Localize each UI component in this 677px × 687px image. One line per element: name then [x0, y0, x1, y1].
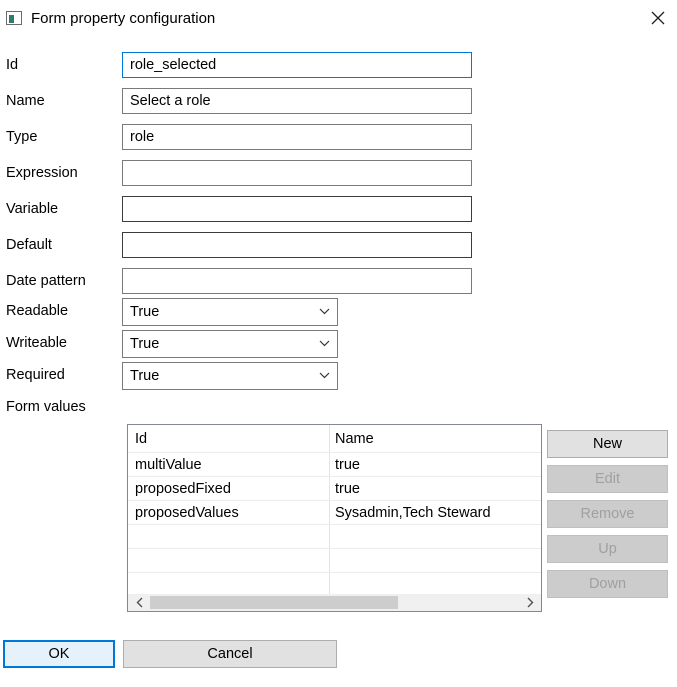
column-header-name[interactable]: Name — [335, 425, 374, 451]
row-name-cell: true — [335, 481, 360, 497]
type-field[interactable]: role — [122, 124, 472, 150]
writeable-label: Writeable — [6, 335, 67, 351]
variable-field[interactable] — [122, 196, 472, 222]
scroll-right-button[interactable] — [521, 594, 539, 611]
horizontal-scrollbar[interactable] — [128, 594, 541, 611]
row-name-cell: Sysadmin,Tech Steward — [335, 505, 491, 521]
scroll-thumb[interactable] — [150, 596, 398, 609]
chevron-down-icon — [319, 308, 330, 315]
id-field[interactable]: role_selected — [122, 52, 472, 78]
default-label: Default — [6, 237, 52, 253]
required-select-value: True — [130, 368, 160, 384]
window-app-icon — [6, 11, 22, 25]
table-row[interactable]: multiValue true — [128, 452, 541, 477]
required-select[interactable]: True — [122, 362, 338, 390]
row-id-cell: multiValue — [135, 457, 202, 473]
writeable-select[interactable]: True — [122, 330, 338, 358]
readable-select-value: True — [130, 304, 160, 320]
row-id-cell: proposedValues — [135, 505, 239, 521]
title-bar: Form property configuration — [0, 0, 677, 36]
name-label: Name — [6, 93, 45, 109]
empty-row — [128, 524, 541, 549]
form-values-table[interactable]: Id Name multiValue true proposedFixed tr… — [127, 424, 542, 612]
date-pattern-label: Date pattern — [6, 273, 86, 289]
required-label: Required — [6, 367, 65, 383]
table-row[interactable]: proposedValues Sysadmin,Tech Steward — [128, 500, 541, 525]
default-field[interactable] — [122, 232, 472, 258]
window-title: Form property configuration — [31, 10, 216, 27]
chevron-down-icon — [319, 340, 330, 347]
readable-label: Readable — [6, 303, 69, 319]
type-label: Type — [6, 129, 38, 145]
column-header-id[interactable]: Id — [135, 425, 147, 451]
empty-row — [128, 548, 541, 573]
edit-button[interactable]: Edit — [547, 465, 668, 493]
new-button[interactable]: New — [547, 430, 668, 458]
writeable-select-value: True — [130, 336, 160, 352]
chevron-left-icon — [136, 597, 142, 608]
form-values-label: Form values — [6, 399, 86, 415]
remove-button[interactable]: Remove — [547, 500, 668, 528]
expression-field[interactable] — [122, 160, 472, 186]
variable-label: Variable — [6, 201, 59, 217]
close-icon — [651, 11, 665, 25]
chevron-down-icon — [319, 372, 330, 379]
ok-button[interactable]: OK — [3, 640, 115, 668]
date-pattern-field[interactable] — [122, 268, 472, 294]
table-row[interactable]: proposedFixed true — [128, 476, 541, 501]
cancel-button[interactable]: Cancel — [123, 640, 337, 668]
readable-select[interactable]: True — [122, 298, 338, 326]
close-button[interactable] — [642, 3, 674, 33]
up-button[interactable]: Up — [547, 535, 668, 563]
id-label: Id — [6, 57, 19, 73]
down-button[interactable]: Down — [547, 570, 668, 598]
name-field[interactable]: Select a role — [122, 88, 472, 114]
chevron-right-icon — [527, 597, 533, 608]
scroll-left-button[interactable] — [130, 594, 148, 611]
row-name-cell: true — [335, 457, 360, 473]
expression-label: Expression — [6, 165, 78, 181]
row-id-cell: proposedFixed — [135, 481, 231, 497]
